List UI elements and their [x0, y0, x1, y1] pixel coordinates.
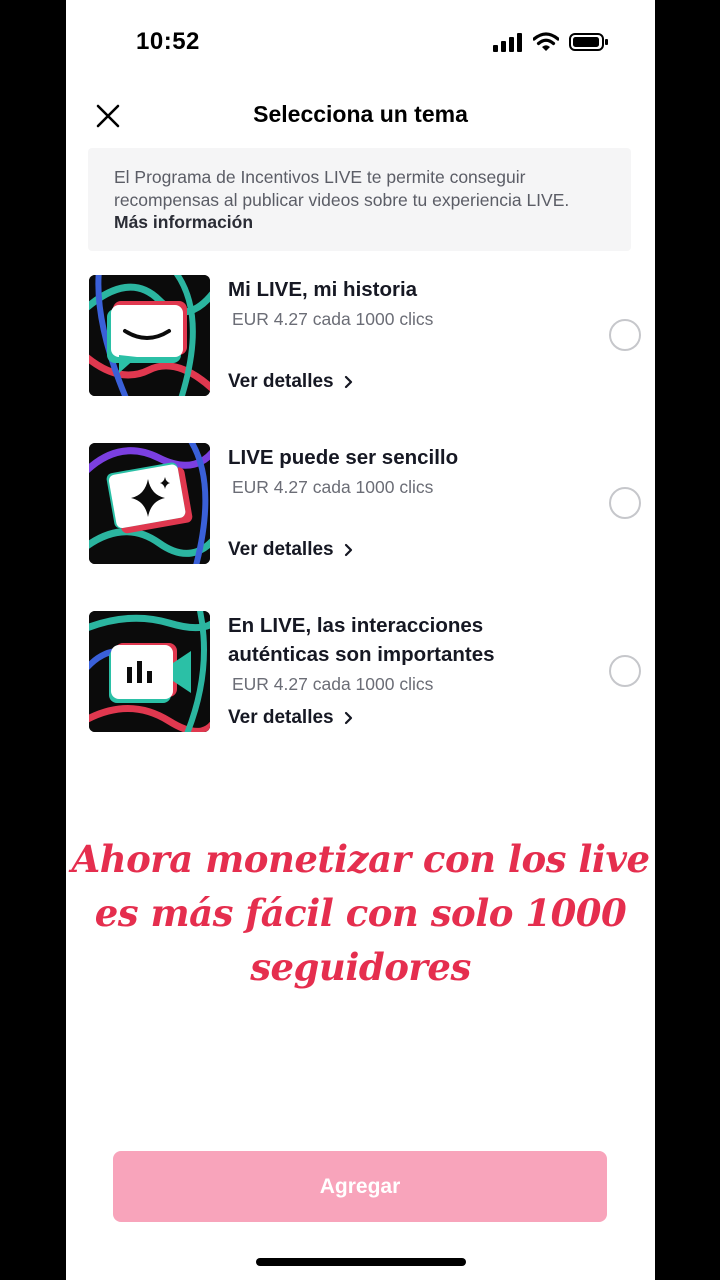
status-bar: 10:52	[66, 0, 655, 88]
chevron-right-icon	[344, 543, 352, 557]
header: Selecciona un tema	[66, 88, 655, 144]
info-text: El Programa de Incentivos LIVE te permit…	[114, 167, 570, 210]
topic-title: En LIVE, las interacciones auténticas so…	[228, 614, 495, 666]
chevron-right-icon	[344, 375, 352, 389]
more-info-link[interactable]: Más información	[114, 212, 253, 232]
status-time: 10:52	[136, 28, 200, 55]
sparkle-ticket-icon	[89, 443, 210, 564]
view-details-label: Ver detalles	[228, 371, 334, 392]
chevron-right-icon	[344, 711, 352, 725]
screen: 10:52 Selecciona un tema El Programa de …	[66, 0, 655, 1280]
topic-item[interactable]: Mi LIVE, mi historia EUR 4.27 cada 1000 …	[89, 275, 641, 397]
overlay-caption: Ahora monetizar con los live es más fáci…	[71, 837, 651, 989]
info-banner: El Programa de Incentivos LIVE te permit…	[88, 148, 631, 251]
view-details-label: Ver detalles	[228, 707, 334, 728]
view-details-button[interactable]: Ver detalles	[228, 707, 354, 729]
topic-title: LIVE puede ser sencillo	[228, 446, 459, 469]
video-camera-bars-icon	[89, 611, 210, 732]
add-button[interactable]: Agregar	[113, 1151, 607, 1222]
topic-title: Mi LIVE, mi historia	[228, 278, 418, 301]
signal-icon	[493, 33, 522, 52]
topic-radio[interactable]	[609, 487, 641, 519]
chat-bubble-smile-icon	[89, 275, 210, 396]
home-indicator	[256, 1258, 466, 1266]
view-details-button[interactable]: Ver detalles	[228, 539, 354, 561]
battery-icon	[569, 33, 608, 51]
page-title: Selecciona un tema	[253, 101, 468, 127]
topic-radio[interactable]	[609, 319, 641, 351]
wifi-icon	[533, 32, 559, 51]
topic-radio[interactable]	[609, 655, 641, 687]
topic-rate: EUR 4.27 cada 1000 clics	[232, 674, 434, 694]
view-details-button[interactable]: Ver detalles	[228, 371, 354, 393]
topic-rate: EUR 4.27 cada 1000 clics	[232, 477, 434, 497]
topic-item[interactable]: LIVE puede ser sencillo EUR 4.27 cada 10…	[89, 443, 641, 565]
topic-item[interactable]: En LIVE, las interacciones auténticas so…	[89, 611, 641, 733]
view-details-label: Ver detalles	[228, 539, 334, 560]
status-icons	[493, 32, 609, 52]
topic-rate: EUR 4.27 cada 1000 clics	[232, 309, 434, 329]
